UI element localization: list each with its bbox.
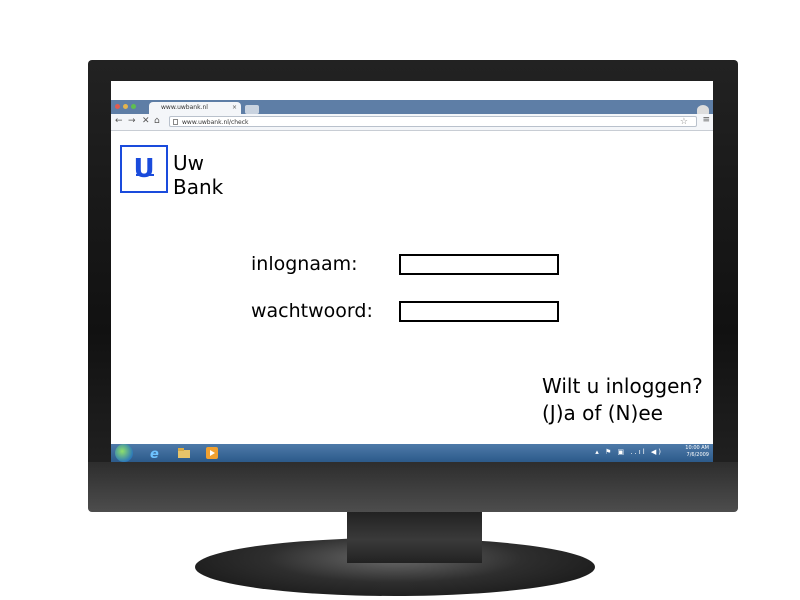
close-window-icon[interactable] — [115, 104, 120, 109]
browser-toolbar: ← → ✕ ⌂ www.uwbank.nl/check ☆ ≡ — [111, 114, 713, 131]
monitor-stand-neck — [347, 505, 482, 563]
username-label: inlognaam: — [251, 253, 358, 275]
bank-logo-letter: U — [122, 147, 166, 191]
taskbar: e ▴ ⚑ ▣ ..ıl ◀) 10:00 AM 7/6/2009 — [111, 444, 713, 462]
bank-name-line2: Bank — [173, 175, 224, 199]
browser-tab-bar: www.uwbank.nl × — [111, 81, 713, 114]
internet-explorer-icon[interactable]: e — [148, 446, 162, 460]
bookmark-star-icon[interactable]: ☆ — [680, 117, 688, 128]
browser-tab[interactable]: www.uwbank.nl × — [149, 102, 241, 114]
bank-name-line1: Uw — [173, 151, 204, 175]
new-tab-button[interactable] — [245, 105, 259, 114]
login-prompt-options: (J)a of (N)ee — [542, 401, 663, 425]
forward-icon[interactable]: → — [128, 116, 136, 127]
stop-icon[interactable]: ✕ — [142, 116, 150, 127]
monitor-bezel-shine — [88, 462, 738, 512]
username-field[interactable] — [399, 254, 559, 275]
clock-time: 10:00 AM — [685, 445, 709, 451]
tab-title: www.uwbank.nl — [161, 104, 208, 111]
tab-close-icon[interactable]: × — [232, 102, 237, 114]
login-prompt: Wilt u inloggen? (J)a of (N)ee — [542, 373, 703, 427]
bank-name: Uw Bank — [173, 151, 223, 199]
page-icon — [173, 119, 178, 125]
folder-icon[interactable] — [177, 446, 191, 460]
maximize-window-icon[interactable] — [131, 104, 136, 109]
window-controls — [115, 104, 136, 109]
media-player-icon[interactable] — [205, 446, 219, 460]
clock-date: 7/6/2009 — [686, 452, 709, 458]
monitor-screen: www.uwbank.nl × ← → ✕ ⌂ www.uwbank.nl/ch… — [111, 81, 713, 462]
home-icon[interactable]: ⌂ — [154, 116, 160, 127]
password-label: wachtwoord: — [251, 300, 373, 322]
login-prompt-question: Wilt u inloggen? — [542, 374, 703, 398]
taskbar-clock[interactable]: 10:00 AM 7/6/2009 — [685, 445, 709, 459]
address-bar[interactable]: www.uwbank.nl/check ☆ — [169, 116, 697, 127]
svg-text:e: e — [150, 447, 159, 460]
system-tray[interactable]: ▴ ⚑ ▣ ..ıl ◀) — [595, 448, 663, 456]
address-url: www.uwbank.nl/check — [182, 119, 249, 126]
bank-logo: U — [120, 145, 168, 193]
minimize-window-icon[interactable] — [123, 104, 128, 109]
browser-menu-icon[interactable]: ≡ — [702, 115, 710, 125]
start-button[interactable] — [115, 444, 133, 462]
password-field[interactable] — [399, 301, 559, 322]
back-icon[interactable]: ← — [115, 116, 123, 127]
